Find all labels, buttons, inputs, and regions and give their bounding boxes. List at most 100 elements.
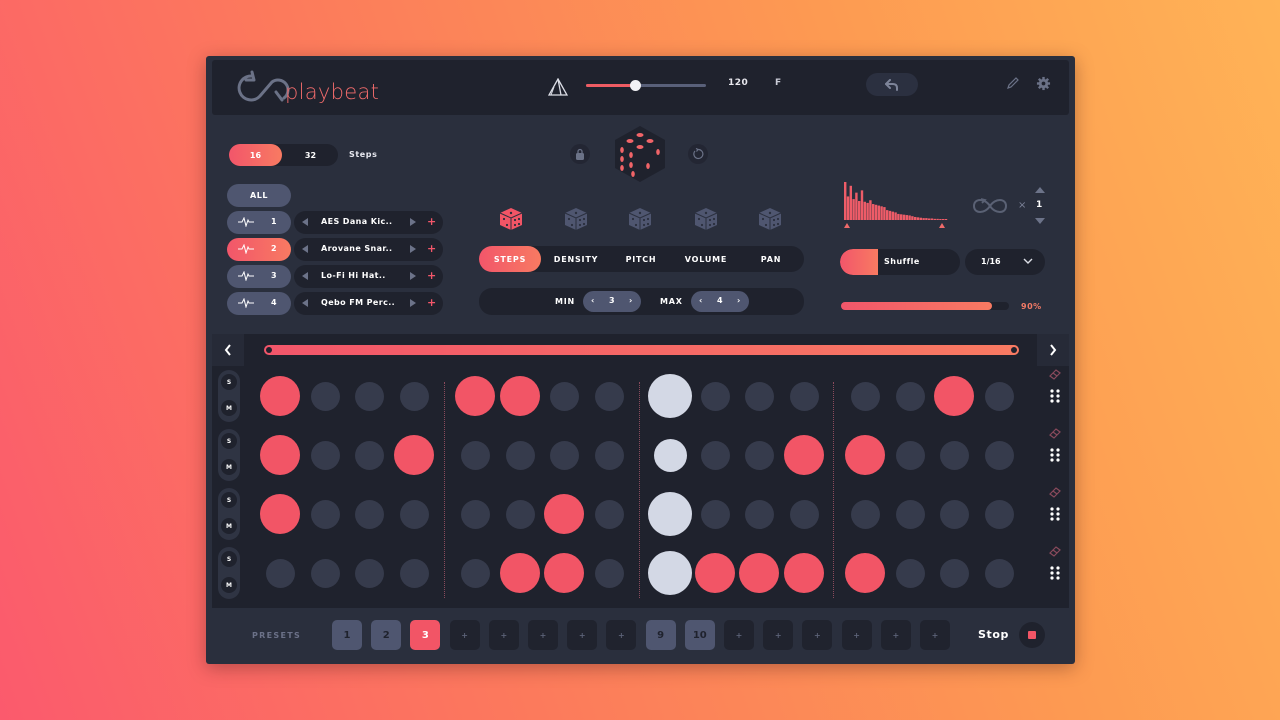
tab-steps[interactable]: STEPS (479, 246, 541, 272)
reset-button[interactable] (688, 144, 708, 164)
step-pad[interactable] (399, 499, 429, 529)
loop-range-bar[interactable] (264, 345, 1019, 355)
preset-slot[interactable]: + (567, 620, 598, 650)
track-select-button[interactable]: 3 (227, 265, 291, 288)
sample-next-icon[interactable] (410, 218, 416, 226)
step-pad[interactable] (455, 376, 495, 416)
preset-slot[interactable]: + (802, 620, 833, 650)
sample-name[interactable]: Qebo FM Perc.. (321, 298, 407, 307)
solo-button[interactable]: S (221, 374, 237, 390)
loop-range-start-handle[interactable] (266, 347, 272, 353)
lock-button[interactable] (570, 144, 590, 164)
step-pad[interactable] (594, 381, 624, 411)
rate-select[interactable]: 1/16 (965, 249, 1045, 275)
step-pad[interactable] (260, 376, 300, 416)
max-increment[interactable]: › (737, 296, 740, 305)
track-select-button[interactable]: 1 (227, 211, 291, 234)
step-pad[interactable] (744, 440, 774, 470)
step-pad[interactable] (594, 440, 624, 470)
tab-pitch[interactable]: PITCH (610, 246, 672, 272)
pencil-icon[interactable] (1006, 76, 1020, 90)
shuffle-toggle[interactable]: Shuffle (840, 249, 960, 275)
gear-icon[interactable] (1036, 76, 1051, 91)
step-pad[interactable] (544, 494, 584, 534)
step-pad[interactable] (399, 381, 429, 411)
step-pad[interactable] (500, 553, 540, 593)
drag-handle-icon[interactable] (1050, 389, 1060, 403)
preset-slot[interactable]: + (763, 620, 794, 650)
step-pad[interactable] (939, 558, 969, 588)
prism-triangle-icon[interactable] (548, 78, 568, 96)
step-pad[interactable] (310, 558, 340, 588)
mute-button[interactable]: M (221, 518, 237, 534)
step-pad[interactable] (310, 381, 340, 411)
drag-handle-icon[interactable] (1050, 566, 1060, 580)
step-pad[interactable] (939, 499, 969, 529)
preset-slot[interactable]: + (528, 620, 558, 650)
page-next-button[interactable] (1037, 334, 1069, 366)
mode-dice-icon[interactable] (757, 206, 783, 232)
step-pad[interactable] (594, 499, 624, 529)
step-pad[interactable] (648, 551, 692, 595)
sample-name[interactable]: Arovane Snar.. (321, 244, 407, 253)
track-select-button[interactable]: 2 (227, 238, 291, 261)
preset-slot[interactable]: 1 (332, 620, 362, 650)
step-pad[interactable] (700, 381, 730, 411)
step-pad[interactable] (984, 381, 1014, 411)
tab-pan[interactable]: PAN (740, 246, 802, 272)
min-decrement[interactable]: ‹ (591, 296, 594, 305)
step-pad[interactable] (850, 381, 880, 411)
sample-name[interactable]: Lo-Fi Hi Hat.. (321, 271, 407, 280)
step-pad[interactable] (648, 374, 692, 418)
step-pad[interactable] (505, 499, 535, 529)
sample-prev-icon[interactable] (302, 245, 308, 253)
min-increment[interactable]: › (629, 296, 632, 305)
step-pad[interactable] (895, 381, 925, 411)
eraser-icon[interactable] (1048, 368, 1062, 380)
step-pad[interactable] (354, 381, 384, 411)
preset-slot[interactable]: + (606, 620, 637, 650)
sample-next-icon[interactable] (410, 299, 416, 307)
step-pad[interactable] (850, 499, 880, 529)
step-pad[interactable] (500, 376, 540, 416)
preset-slot[interactable]: 3 (410, 620, 441, 650)
step-pad[interactable] (505, 440, 535, 470)
step-pad[interactable] (354, 558, 384, 588)
step-pad[interactable] (594, 558, 624, 588)
step-pad[interactable] (354, 440, 384, 470)
step-pad[interactable] (845, 553, 885, 593)
add-sample-button[interactable]: + (427, 242, 436, 255)
preset-slot[interactable]: + (920, 620, 950, 650)
step-pad[interactable] (260, 494, 300, 534)
min-stepper[interactable]: ‹ 3 › (583, 291, 641, 312)
preset-slot[interactable]: + (841, 620, 872, 650)
preset-slot[interactable]: + (880, 620, 911, 650)
loop-range-end-handle[interactable] (1011, 347, 1017, 353)
preset-slot[interactable]: 10 (684, 620, 715, 650)
step-pad[interactable] (653, 438, 687, 472)
tab-density[interactable]: DENSITY (545, 246, 607, 272)
step-pad[interactable] (895, 499, 925, 529)
steps-option-32[interactable]: 32 (284, 144, 337, 166)
step-pad[interactable] (544, 553, 584, 593)
step-pad[interactable] (354, 499, 384, 529)
probability-histogram[interactable] (842, 180, 948, 230)
mute-button[interactable]: M (221, 577, 237, 593)
solo-button[interactable]: S (221, 433, 237, 449)
add-sample-button[interactable]: + (427, 269, 436, 282)
sample-prev-icon[interactable] (302, 299, 308, 307)
swing-slider[interactable] (841, 302, 1009, 310)
track-select-button[interactable]: 4 (227, 292, 291, 315)
tempo-slider-thumb[interactable] (630, 80, 642, 91)
step-pad[interactable] (784, 435, 824, 475)
step-pad[interactable] (984, 440, 1014, 470)
step-pad[interactable] (744, 381, 774, 411)
preset-slot[interactable]: 2 (371, 620, 402, 650)
sample-next-icon[interactable] (410, 245, 416, 253)
add-sample-button[interactable]: + (427, 296, 436, 309)
max-decrement[interactable]: ‹ (699, 296, 702, 305)
eraser-icon[interactable] (1048, 545, 1062, 557)
preset-slot[interactable]: + (724, 620, 754, 650)
step-pad[interactable] (789, 499, 819, 529)
step-pad[interactable] (265, 558, 295, 588)
